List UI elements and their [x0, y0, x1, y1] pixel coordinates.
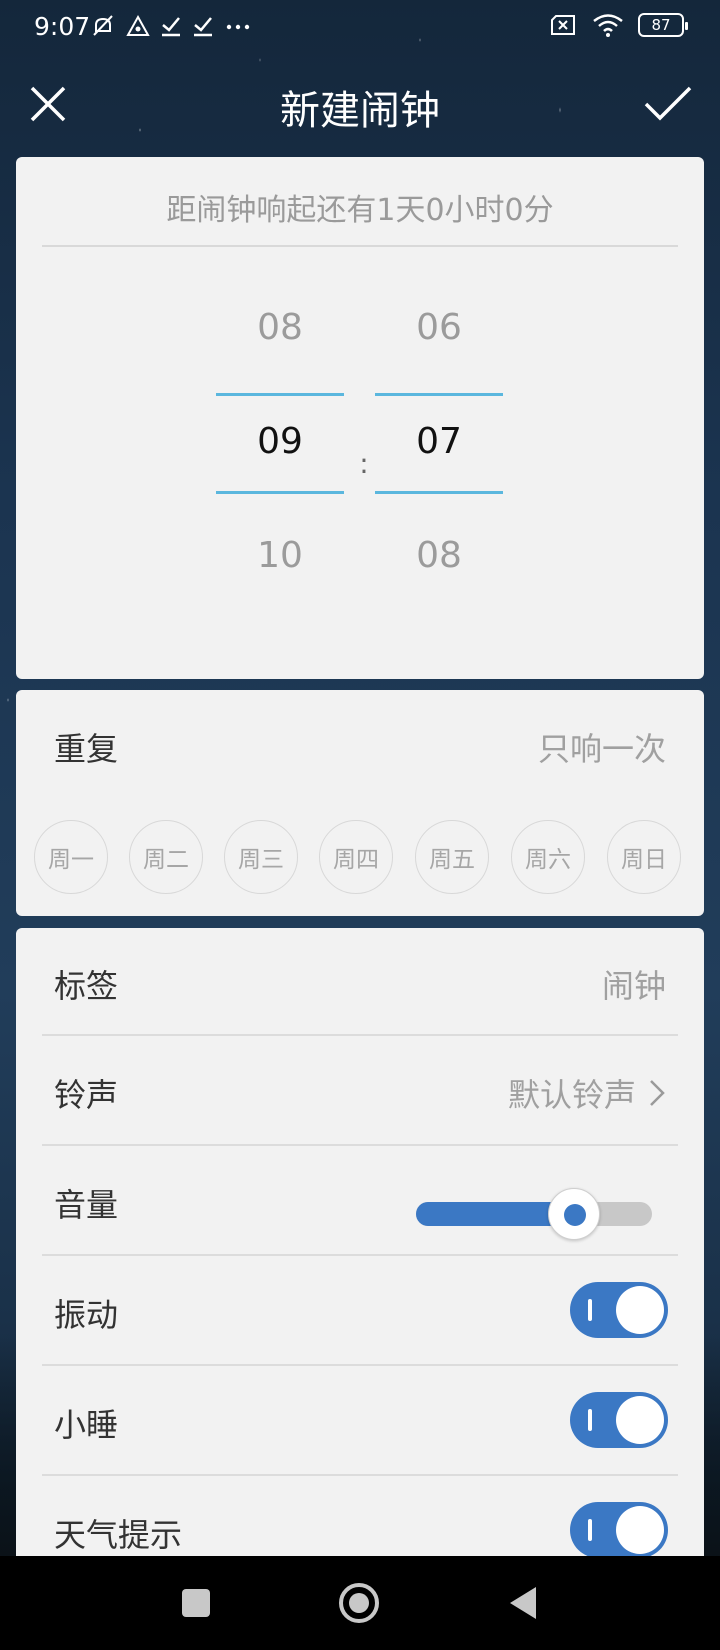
ringtone-row-value-wrap: 默认铃声: [508, 1070, 666, 1116]
status-time: 9:07: [34, 12, 91, 41]
toggle-knob: [616, 1396, 664, 1444]
countdown-text: 距闹钟响起还有1天0小时0分: [166, 193, 554, 228]
label-row-value: 闹钟: [601, 967, 666, 1005]
repeat-value[interactable]: 只响一次: [538, 724, 666, 770]
divider: [42, 1144, 678, 1146]
divider: [42, 1364, 678, 1366]
day-fri[interactable]: 周五: [415, 820, 489, 894]
picker-line: [216, 393, 344, 396]
battery-level: 87: [651, 16, 671, 34]
snooze-row-label: 小睡: [54, 1406, 119, 1444]
time-separator: :: [359, 447, 369, 480]
system-nav-bar: [0, 1556, 720, 1650]
sim-error-icon: [551, 15, 575, 35]
muted-bell-icon: [93, 15, 113, 36]
day-sun[interactable]: 周日: [607, 820, 681, 894]
volume-slider[interactable]: [416, 1188, 652, 1240]
weather-row-label: 天气提示: [54, 1516, 183, 1554]
day-tue[interactable]: 周二: [129, 820, 203, 894]
divider: [42, 1034, 678, 1036]
divider: [42, 1254, 678, 1256]
title-bar: 新建闹钟: [0, 64, 720, 144]
label-row-label: 标签: [54, 967, 119, 1005]
status-notification-icons: [90, 13, 252, 39]
triangle-icon: [126, 14, 150, 36]
weekday-selector: 周一 周二 周三 周四 周五 周六 周日: [34, 820, 694, 896]
repeat-label: 重复: [54, 730, 119, 768]
snooze-toggle[interactable]: [570, 1392, 668, 1448]
picker-line: [375, 393, 503, 396]
day-wed[interactable]: 周三: [224, 820, 298, 894]
toggle-on-mark: [588, 1519, 592, 1541]
status-system-icons: 87: [548, 12, 688, 38]
vibrate-toggle[interactable]: [570, 1282, 668, 1338]
hour-picker[interactable]: 08 09 10: [216, 307, 344, 607]
minute-next[interactable]: 08: [375, 535, 503, 576]
picker-line: [375, 491, 503, 494]
hour-prev[interactable]: 08: [216, 307, 344, 348]
divider: [42, 245, 678, 247]
wifi-icon: [593, 14, 623, 37]
hour-selected[interactable]: 09: [216, 421, 344, 462]
battery-icon: 87: [638, 13, 688, 37]
ringtone-row-label: 铃声: [54, 1076, 119, 1114]
day-thu[interactable]: 周四: [319, 820, 393, 894]
picker-line: [216, 491, 344, 494]
slider-thumb[interactable]: [548, 1188, 601, 1240]
volume-row-label: 音量: [54, 1186, 119, 1224]
chevron-right-icon: [650, 1080, 665, 1106]
toggle-knob: [616, 1506, 664, 1554]
divider: [42, 1474, 678, 1476]
time-picker-card: 距闹钟响起还有1天0小时0分 08 09 10 : 06 07 08: [16, 157, 704, 679]
status-bar: 9:07 87: [0, 0, 720, 56]
day-mon[interactable]: 周一: [34, 820, 108, 894]
recents-square-icon[interactable]: [170, 1578, 220, 1628]
hour-next[interactable]: 10: [216, 535, 344, 576]
minute-picker[interactable]: 06 07 08: [375, 307, 503, 607]
back-triangle-icon[interactable]: [500, 1578, 550, 1628]
check-icon: [162, 17, 180, 37]
vibrate-row-label: 振动: [54, 1296, 119, 1334]
confirm-check-icon[interactable]: [642, 82, 694, 126]
check-icon: [194, 17, 212, 37]
page-title: 新建闹钟: [280, 88, 440, 134]
minute-prev[interactable]: 06: [375, 307, 503, 348]
repeat-card: 重复 只响一次 周一 周二 周三 周四 周五 周六 周日: [16, 690, 704, 916]
more-dots-icon: [226, 24, 250, 30]
ringtone-row-value: 默认铃声: [507, 1076, 636, 1114]
home-circle-icon[interactable]: [334, 1578, 384, 1628]
day-sat[interactable]: 周六: [511, 820, 585, 894]
toggle-on-mark: [588, 1299, 592, 1321]
minute-selected[interactable]: 07: [375, 421, 503, 462]
settings-card: 标签 闹钟 铃声 默认铃声 音量 振动 小睡 天气提示: [16, 928, 704, 1556]
weather-toggle[interactable]: [570, 1502, 668, 1556]
toggle-on-mark: [588, 1409, 592, 1431]
toggle-knob: [616, 1286, 664, 1334]
